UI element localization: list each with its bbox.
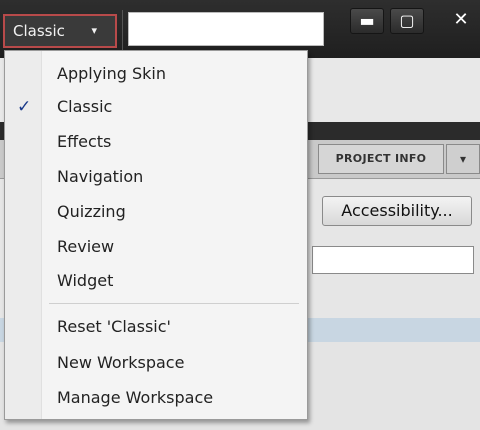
tab-overflow-button[interactable]: ▾ (446, 144, 480, 174)
checkmark-icon: ✓ (17, 97, 32, 117)
menu-item-new-workspace[interactable]: New Workspace (5, 347, 307, 379)
close-button[interactable]: ✕ (444, 8, 478, 34)
minimize-icon: ▬ (359, 11, 375, 30)
workspace-label: Classic (13, 22, 65, 40)
maximize-icon: ▢ (399, 11, 415, 30)
menu-item-label: Quizzing (57, 202, 126, 221)
panel-text-field[interactable] (312, 246, 474, 274)
menu-item-label: Manage Workspace (57, 388, 214, 407)
menu-item-review[interactable]: Review (5, 231, 307, 263)
close-icon: ✕ (453, 9, 469, 30)
menu-item-label: New Workspace (57, 353, 185, 372)
menu-item-label: Reset 'Classic' (57, 317, 171, 336)
menu-item-label: Classic (57, 97, 113, 116)
workspace-switcher[interactable]: Classic ▾ (3, 14, 117, 48)
tab-project-info[interactable]: PROJECT INFO (318, 144, 444, 174)
workspace-menu: Applying Skin ✓ Classic Effects Navigati… (4, 50, 308, 420)
accessibility-button[interactable]: Accessibility... (322, 196, 472, 226)
minimize-button[interactable]: ▬ (350, 8, 384, 34)
menu-item-label: Navigation (57, 167, 144, 186)
menu-item-navigation[interactable]: Navigation (5, 161, 307, 193)
menu-item-classic[interactable]: ✓ Classic (5, 91, 307, 123)
menu-separator (49, 303, 299, 304)
menu-item-effects[interactable]: Effects (5, 126, 307, 158)
menu-item-label: Effects (57, 132, 112, 151)
menu-item-label: Review (57, 237, 115, 256)
menu-item-widget[interactable]: Widget (5, 265, 307, 297)
maximize-button[interactable]: ▢ (390, 8, 424, 34)
menu-item-reset-workspace[interactable]: Reset 'Classic' (5, 311, 307, 343)
menu-item-quizzing[interactable]: Quizzing (5, 196, 307, 228)
menu-item-manage-workspace[interactable]: Manage Workspace (5, 382, 307, 414)
menu-item-label: Widget (57, 271, 114, 290)
search-input[interactable] (128, 12, 324, 46)
menu-item-label: Applying Skin (57, 64, 167, 83)
chevron-down-icon: ▾ (459, 152, 467, 166)
toolbar-divider (122, 10, 123, 50)
menu-item-applying-skin[interactable]: Applying Skin (5, 58, 307, 90)
chevron-down-icon: ▾ (91, 24, 97, 37)
